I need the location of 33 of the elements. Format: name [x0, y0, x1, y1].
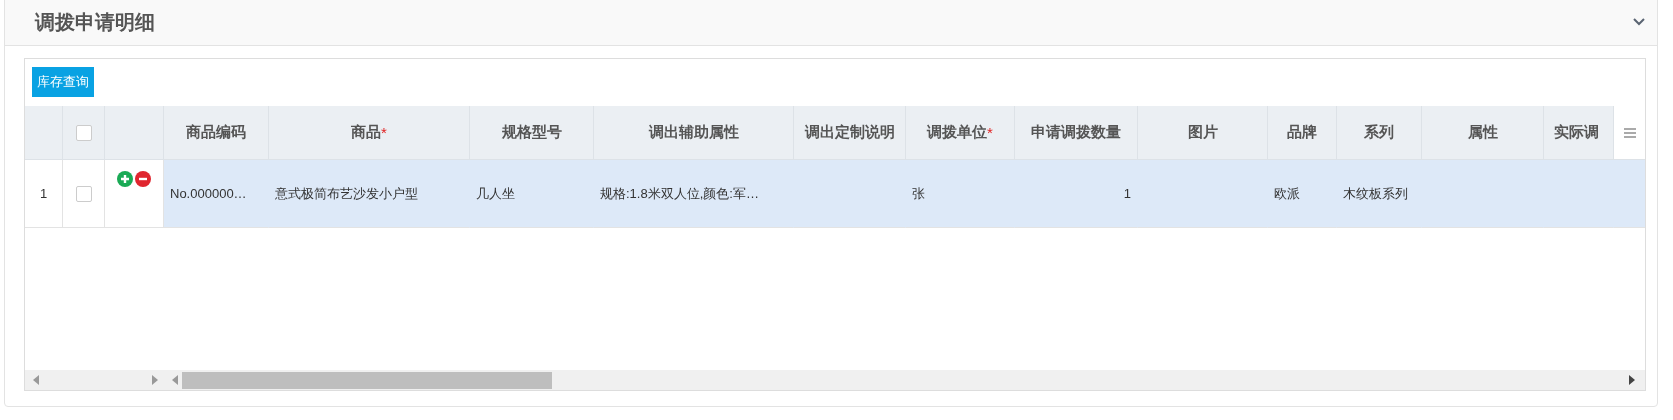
- column-header[interactable]: 属性: [1422, 106, 1544, 160]
- column-header[interactable]: 申请调拨数量: [1015, 106, 1138, 160]
- table-cell: 1: [1015, 160, 1138, 228]
- checkbox[interactable]: [75, 124, 92, 141]
- table-cell: 规格:1.8米双人位,颜色:军…: [594, 160, 794, 228]
- column-header[interactable]: 调出定制说明: [794, 106, 906, 160]
- column-header[interactable]: 系列: [1337, 106, 1422, 160]
- table-cell: No.000000…: [164, 160, 269, 228]
- horizontal-scrollbar[interactable]: [25, 370, 1645, 390]
- menu-icon[interactable]: [1624, 127, 1636, 138]
- column-header[interactable]: 品牌: [1268, 106, 1337, 160]
- table-cell: 张: [906, 160, 1015, 228]
- column-header[interactable]: 调出辅助属性: [594, 106, 794, 160]
- panel-title: 调拨申请明细: [35, 9, 155, 35]
- column-header[interactable]: 商品编码: [164, 106, 269, 160]
- column-header[interactable]: 商品*: [269, 106, 470, 160]
- checkbox[interactable]: [75, 185, 92, 202]
- table-cell: 意式极简布艺沙发小户型: [269, 160, 470, 228]
- row-number: 1: [25, 160, 63, 228]
- column-header[interactable]: 调拨单位*: [906, 106, 1015, 160]
- remove-icon[interactable]: [135, 171, 151, 187]
- column-header[interactable]: 图片: [1138, 106, 1268, 160]
- table-cell: 木纹板系列: [1337, 160, 1422, 228]
- scroll-left-icon[interactable]: [33, 375, 39, 385]
- chevron-icon[interactable]: [1633, 18, 1645, 26]
- add-icon[interactable]: [117, 171, 133, 187]
- scroll-right-icon[interactable]: [1629, 375, 1635, 385]
- table-cell: 欧派: [1268, 160, 1337, 228]
- table-cell: 几人坐: [470, 160, 594, 228]
- scroll-left-icon[interactable]: [172, 375, 178, 385]
- column-header[interactable]: 规格型号: [470, 106, 594, 160]
- column-header[interactable]: 实际调: [1544, 106, 1614, 160]
- scroll-thumb[interactable]: [182, 371, 552, 389]
